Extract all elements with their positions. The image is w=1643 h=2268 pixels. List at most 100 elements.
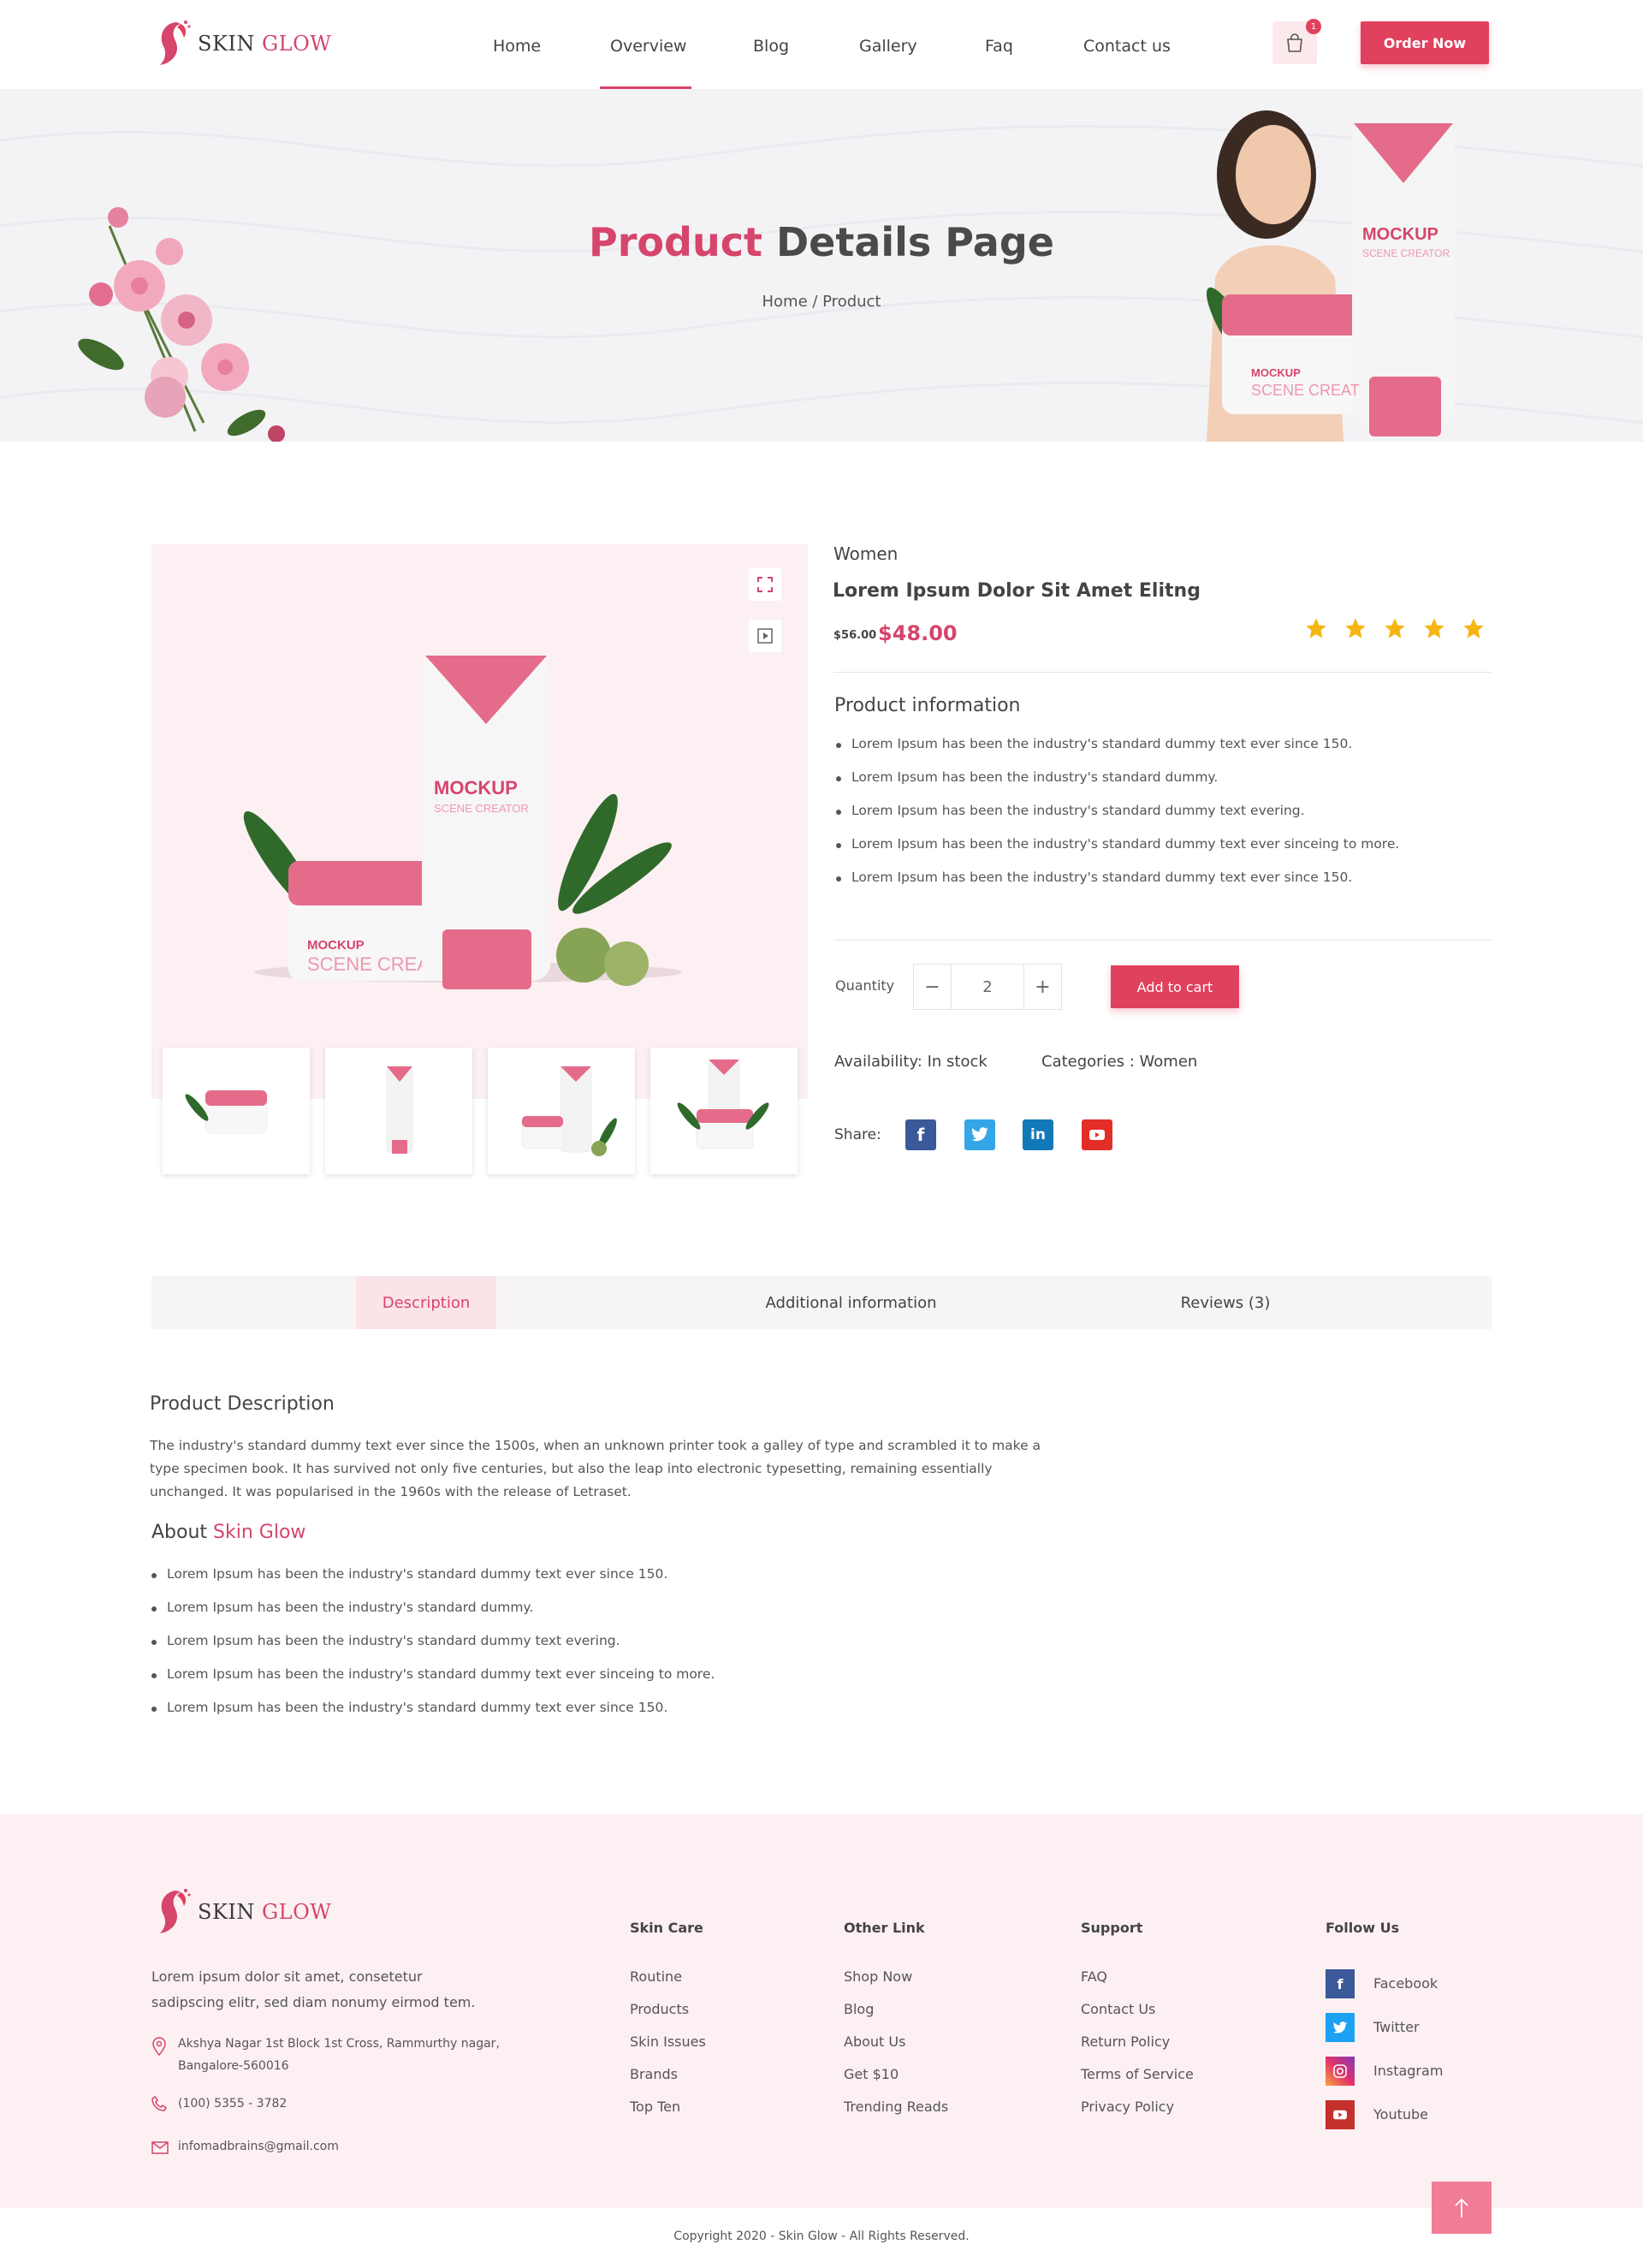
- divider: [833, 672, 1492, 673]
- footer-social-instagram[interactable]: Instagram: [1373, 2063, 1443, 2079]
- nav-home[interactable]: Home: [493, 37, 541, 56]
- list-item: Lorem Ipsum has been the industry's stan…: [834, 769, 1399, 803]
- tab-reviews[interactable]: Reviews (3): [1174, 1276, 1277, 1329]
- copyright: Copyright 2020 - Skin Glow - All Rights …: [673, 2229, 970, 2243]
- youtube-icon[interactable]: [1326, 2100, 1355, 2129]
- footer-about-line: Lorem ipsum dolor sit amet, consetetur: [151, 1968, 423, 1985]
- footer-social-youtube[interactable]: Youtube: [1373, 2106, 1428, 2123]
- thumbnail-1[interactable]: [163, 1048, 310, 1174]
- brand-logo[interactable]: SKIN GLOW: [151, 19, 331, 68]
- footer-column-heading: Skin Care: [630, 1920, 703, 1936]
- thumbnail-4[interactable]: [650, 1048, 798, 1174]
- thumbnail-set-image: [521, 1066, 617, 1156]
- footer-link-get-10[interactable]: Get $10: [844, 2066, 899, 2082]
- svg-text:MOCKUP: MOCKUP: [434, 777, 518, 799]
- tab-description[interactable]: Description: [356, 1276, 496, 1329]
- linkedin-icon[interactable]: in: [1023, 1119, 1053, 1150]
- order-now-button[interactable]: Order Now: [1361, 21, 1489, 64]
- phone-icon: [151, 2096, 167, 2111]
- star-icon: [1345, 618, 1366, 638]
- footer-about-line: sadipscing elitr, sed diam nonumy eirmod…: [151, 1994, 476, 2010]
- svg-text:MOCKUP: MOCKUP: [1251, 366, 1301, 379]
- nav-blog[interactable]: Blog: [753, 37, 789, 56]
- footer-link-routine[interactable]: Routine: [630, 1968, 682, 1985]
- list-item: Lorem Ipsum has been the industry's stan…: [150, 1666, 715, 1700]
- footer-link-contact-us[interactable]: Contact Us: [1081, 2001, 1155, 2017]
- tab-additional-information[interactable]: Additional information: [742, 1276, 960, 1329]
- product-tabs: Description Additional information Revie…: [151, 1276, 1492, 1329]
- footer-link-trending-reads[interactable]: Trending Reads: [844, 2099, 948, 2115]
- facebook-icon[interactable]: f: [1326, 1969, 1355, 1998]
- nav-contact[interactable]: Contact us: [1083, 37, 1171, 56]
- nav-faq[interactable]: Faq: [985, 37, 1013, 56]
- footer-link-faq[interactable]: FAQ: [1081, 1968, 1107, 1985]
- play-video-button[interactable]: [749, 620, 781, 652]
- footer-link-terms[interactable]: Terms of Service: [1081, 2066, 1194, 2082]
- quantity-value[interactable]: 2: [952, 965, 1023, 1009]
- footer-link-skin-issues[interactable]: Skin Issues: [630, 2033, 706, 2050]
- product-description-heading: Product Description: [150, 1393, 335, 1415]
- about-list: Lorem Ipsum has been the industry's stan…: [150, 1566, 715, 1733]
- thumbnail-2[interactable]: [325, 1048, 472, 1174]
- decrease-quantity-button[interactable]: −: [914, 965, 952, 1009]
- svg-text:SCENE CREATOR: SCENE CREATOR: [1362, 247, 1450, 259]
- share-label: Share:: [834, 1126, 881, 1143]
- instagram-icon[interactable]: [1326, 2057, 1355, 2086]
- footer-column-heading: Support: [1081, 1920, 1143, 1936]
- svg-text:SCENE CREAT: SCENE CREAT: [1251, 382, 1360, 399]
- list-item: Lorem Ipsum has been the industry's stan…: [150, 1566, 715, 1600]
- cart-icon: [1287, 33, 1302, 52]
- youtube-icon[interactable]: [1082, 1119, 1112, 1150]
- footer-address: Bangalore-560016: [178, 2059, 289, 2073]
- quantity-stepper: − 2 +: [913, 964, 1062, 1010]
- thumbnail-jar-image: [185, 1089, 268, 1134]
- product-title: Lorem Ipsum Dolor Sit Amet Elitng: [833, 580, 1201, 602]
- footer-column-heading: Other Link: [844, 1920, 925, 1936]
- list-item: Lorem Ipsum has been the industry's stan…: [834, 736, 1399, 769]
- product-info-heading: Product information: [834, 695, 1021, 716]
- fullscreen-button[interactable]: [749, 568, 781, 601]
- footer-link-brands[interactable]: Brands: [630, 2066, 678, 2082]
- nav-overview[interactable]: Overview: [610, 37, 686, 56]
- add-to-cart-button[interactable]: Add to cart: [1111, 965, 1239, 1008]
- product-info-list: Lorem Ipsum has been the industry's stan…: [834, 736, 1399, 903]
- product-hero-image: MOCKUP SCENE CREATO MOCKUP SCENE CREATOR: [243, 656, 682, 989]
- twitter-icon[interactable]: [1326, 2013, 1355, 2042]
- product-image-main[interactable]: MOCKUP SCENE CREATO MOCKUP SCENE CREATOR: [151, 544, 808, 1099]
- play-icon: [757, 628, 773, 644]
- footer-link-products[interactable]: Products: [630, 2001, 689, 2017]
- logo-face-icon: [160, 1889, 191, 1933]
- thumbnail-3[interactable]: [488, 1048, 635, 1174]
- star-icon: [1385, 618, 1405, 638]
- footer-phone[interactable]: (100) 5355 - 3782: [178, 2097, 287, 2111]
- list-item: Lorem Ipsum has been the industry's stan…: [150, 1600, 715, 1633]
- footer-follow-heading: Follow Us: [1326, 1920, 1400, 1936]
- star-icon: [1424, 618, 1444, 638]
- facebook-icon[interactable]: f: [905, 1119, 936, 1150]
- footer-link-top-ten[interactable]: Top Ten: [630, 2099, 680, 2115]
- nav-gallery[interactable]: Gallery: [859, 37, 917, 56]
- list-item: Lorem Ipsum has been the industry's stan…: [834, 803, 1399, 836]
- page-banner: Product Details Page Home / Product MOCK…: [0, 89, 1643, 442]
- footer-link-about-us[interactable]: About Us: [844, 2033, 905, 2050]
- svg-text:MOCKUP: MOCKUP: [1362, 225, 1438, 244]
- footer-link-privacy[interactable]: Privacy Policy: [1081, 2099, 1174, 2115]
- footer-social-facebook[interactable]: Facebook: [1373, 1975, 1438, 1992]
- increase-quantity-button[interactable]: +: [1023, 965, 1061, 1009]
- footer-link-return-policy[interactable]: Return Policy: [1081, 2033, 1170, 2050]
- mail-icon: [151, 2141, 169, 2154]
- list-item: Lorem Ipsum has been the industry's stan…: [834, 870, 1399, 903]
- star-icon: [1463, 618, 1484, 638]
- footer-brand-logo[interactable]: SKIN GLOW: [151, 1887, 331, 1937]
- twitter-icon[interactable]: [964, 1119, 995, 1150]
- thumbnail-tube-image: [386, 1066, 413, 1154]
- categories[interactable]: Categories : Women: [1041, 1053, 1197, 1071]
- expand-icon: [757, 577, 773, 592]
- footer-address: Akshya Nagar 1st Block 1st Cross, Rammur…: [178, 2037, 500, 2051]
- footer-email[interactable]: infomadbrains@gmail.com: [178, 2140, 339, 2153]
- footer-social-twitter[interactable]: Twitter: [1373, 2019, 1420, 2035]
- footer-link-blog[interactable]: Blog: [844, 2001, 874, 2017]
- old-price: $56.00: [833, 629, 877, 642]
- scroll-to-top-button[interactable]: [1432, 2182, 1492, 2234]
- footer-link-shop-now[interactable]: Shop Now: [844, 1968, 912, 1985]
